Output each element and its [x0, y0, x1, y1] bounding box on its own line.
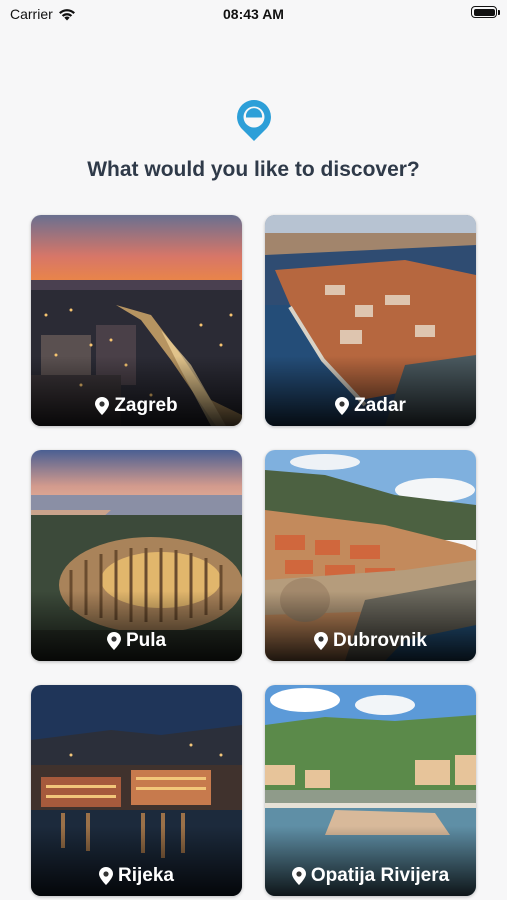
destination-card-zadar[interactable]: Zadar — [265, 215, 476, 426]
location-pin-icon — [99, 867, 113, 885]
location-pin-icon — [106, 632, 121, 650]
app-logo-icon — [237, 100, 271, 141]
page-title: What would you like to discover? — [87, 158, 420, 181]
destination-grid: Zagreb Zadar Pula Dubrovnik Rijeka Opati… — [31, 215, 476, 896]
destination-name: Zagreb — [114, 395, 178, 416]
destination-card-pula[interactable]: Pula — [31, 450, 242, 661]
destination-name: Opatija Rivijera — [310, 865, 450, 886]
destination-label: Rijeka — [31, 865, 242, 887]
status-bar: Carrier 08:43 AM — [0, 0, 507, 28]
destination-card-opatija-rivijera[interactable]: Opatija Rivijera — [265, 685, 476, 896]
destination-name: Zadar — [354, 395, 406, 416]
destination-card-dubrovnik[interactable]: Dubrovnik — [265, 450, 476, 661]
location-pin-icon — [335, 397, 350, 415]
destination-label: Zadar — [265, 395, 476, 417]
location-pin-icon — [291, 867, 306, 885]
location-pin-icon — [95, 397, 110, 415]
destination-card-zagreb[interactable]: Zagreb — [31, 215, 242, 426]
status-time: 08:43 AM — [223, 6, 284, 22]
destination-label: Pula — [31, 630, 242, 652]
battery-icon — [471, 6, 500, 18]
location-pin-icon — [314, 632, 329, 650]
destination-card-rijeka[interactable]: Rijeka — [31, 685, 242, 896]
destination-label: Dubrovnik — [265, 630, 476, 652]
destination-label: Opatija Rivijera — [265, 865, 476, 887]
destination-name: Rijeka — [118, 865, 174, 886]
destination-label: Zagreb — [31, 395, 242, 417]
destination-name: Pula — [125, 630, 167, 651]
destination-name: Dubrovnik — [333, 630, 427, 651]
